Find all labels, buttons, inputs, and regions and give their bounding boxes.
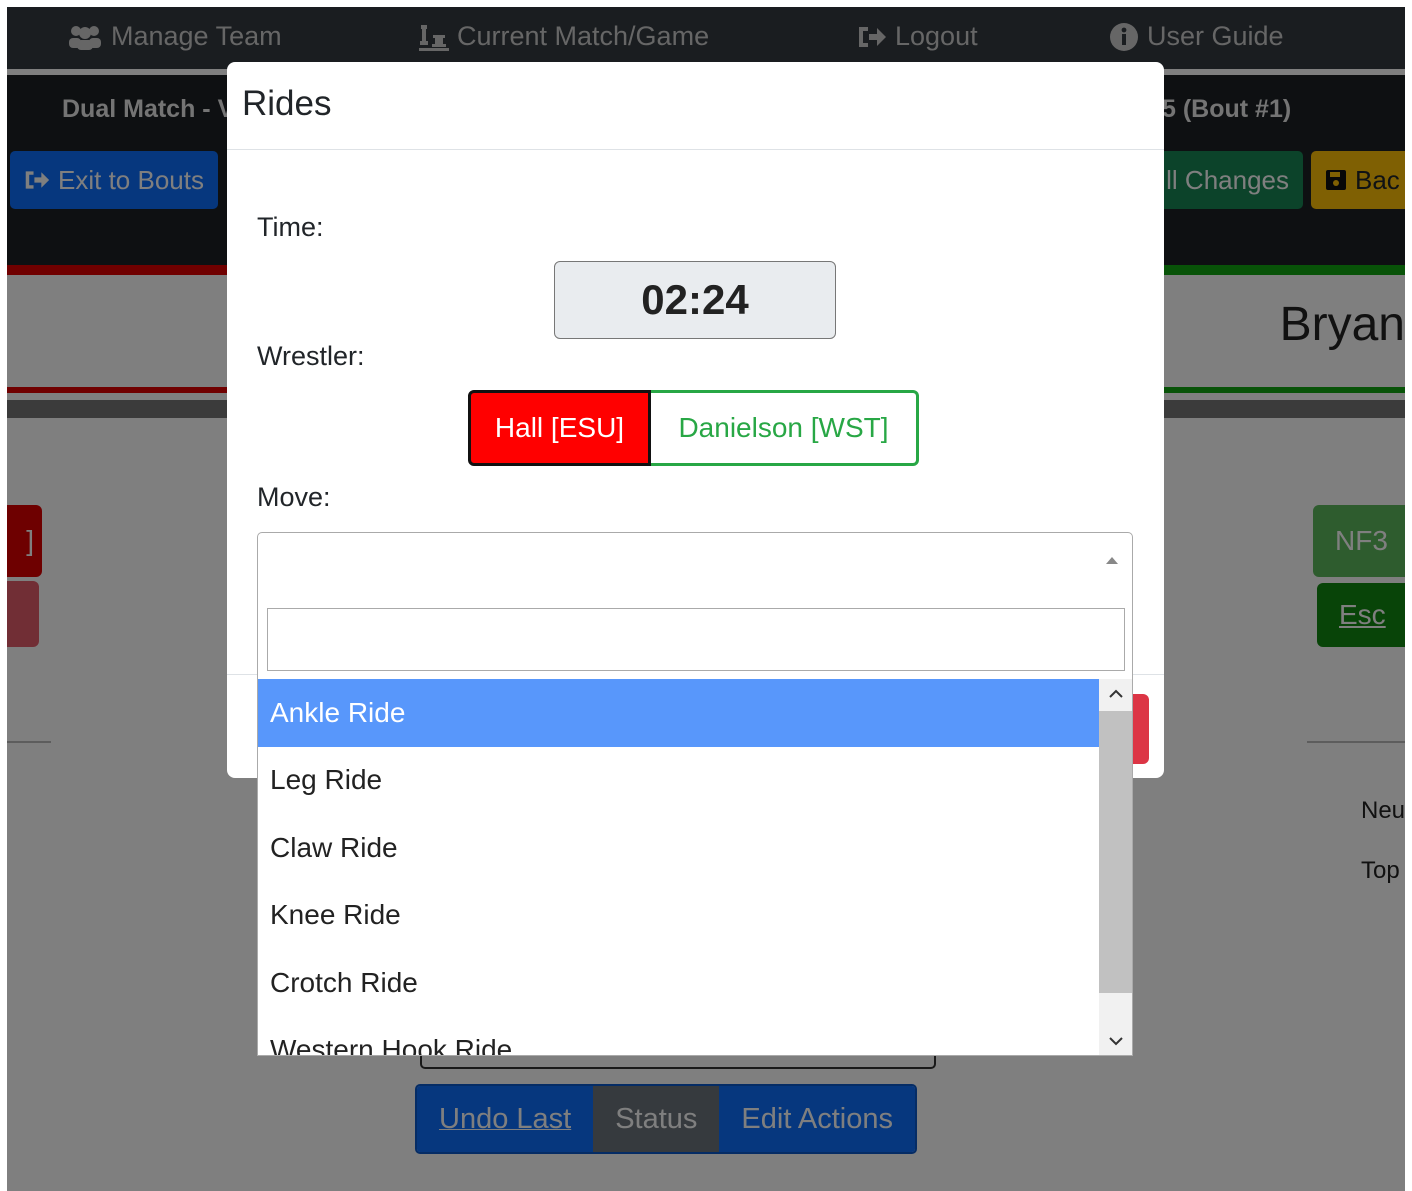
- move-option[interactable]: Ankle Ride: [258, 679, 1100, 747]
- caret-up-icon: [1106, 557, 1118, 564]
- chevron-up-icon: [1108, 689, 1123, 698]
- modal-header: Rides: [227, 62, 1164, 150]
- move-search-input[interactable]: [267, 608, 1125, 671]
- move-option[interactable]: Crotch Ride: [258, 949, 1100, 1017]
- scroll-down-arrow[interactable]: [1099, 1026, 1132, 1055]
- scroll-thumb[interactable]: [1099, 711, 1132, 993]
- move-option[interactable]: Knee Ride: [258, 882, 1100, 950]
- modal-title: Rides: [242, 84, 332, 123]
- wrestler-green-button[interactable]: Danielson [WST]: [651, 390, 919, 466]
- move-option[interactable]: Leg Ride: [258, 747, 1100, 815]
- move-dropdown: Ankle Ride Leg Ride Claw Ride Knee Ride Crot…: [257, 598, 1133, 1056]
- time-label: Time:: [257, 212, 324, 242]
- dropdown-scrollbar[interactable]: [1099, 679, 1132, 1055]
- move-select[interactable]: [257, 532, 1133, 599]
- wrestler-label: Wrestler:: [257, 341, 365, 371]
- move-label: Move:: [257, 482, 331, 512]
- chevron-down-icon: [1108, 1037, 1123, 1046]
- move-option[interactable]: Western Hook Ride: [258, 1017, 1100, 1055]
- move-options-list: Ankle Ride Leg Ride Claw Ride Knee Ride Crot…: [258, 679, 1100, 1055]
- time-display[interactable]: 02:24: [554, 261, 836, 339]
- move-option[interactable]: Claw Ride: [258, 814, 1100, 882]
- scroll-up-arrow[interactable]: [1099, 679, 1132, 709]
- wrestler-toggle-group: Hall [ESU] Danielson [WST]: [468, 390, 919, 466]
- wrestler-red-button[interactable]: Hall [ESU]: [468, 390, 651, 466]
